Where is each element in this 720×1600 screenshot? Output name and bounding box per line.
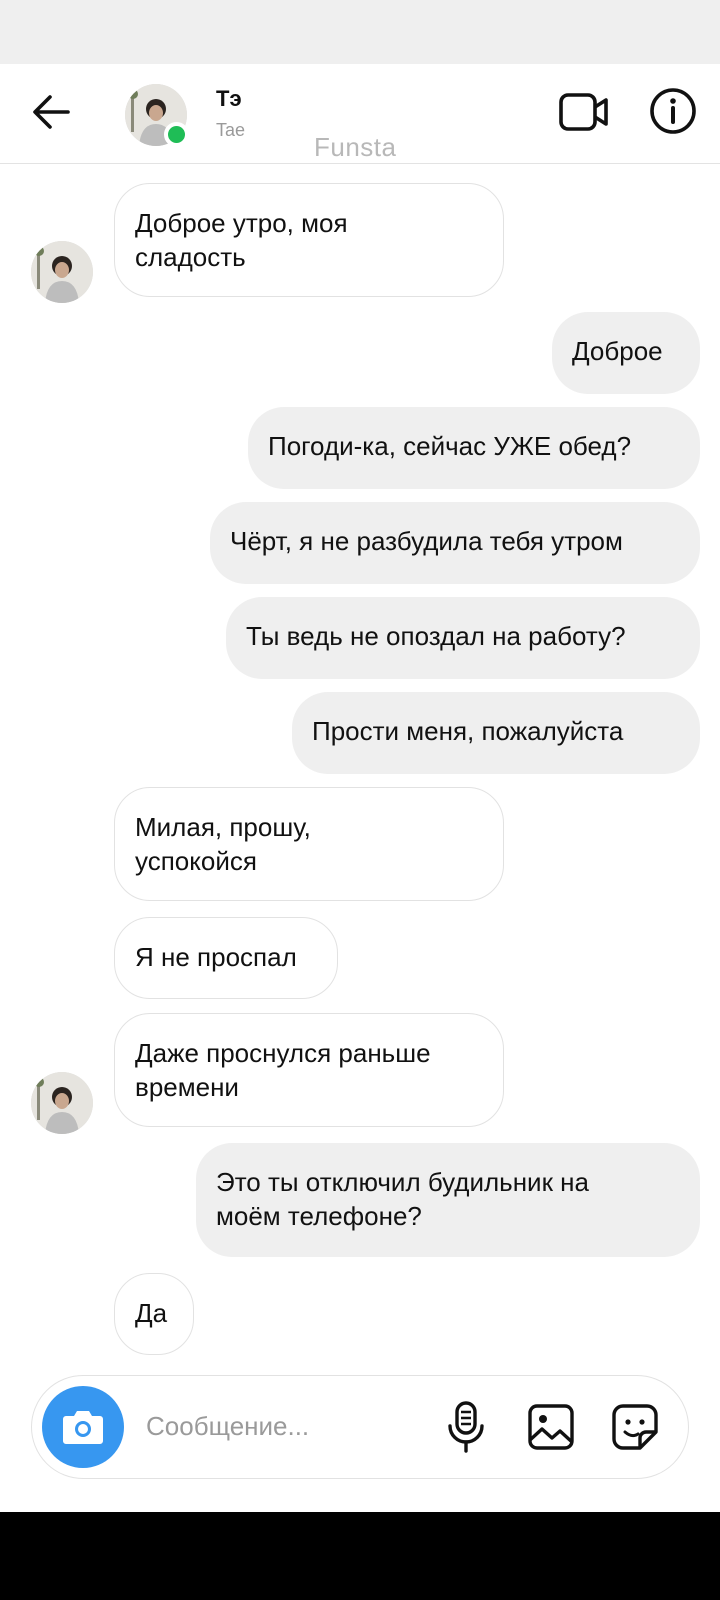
- message-bubble-incoming[interactable]: Я не проспал: [114, 917, 338, 999]
- message-text: Даже проснулся раньше времени: [135, 1038, 431, 1102]
- message-text: Погоди-ка, сейчас УЖЕ обед?: [268, 431, 632, 461]
- online-status-dot: [164, 122, 189, 147]
- message-text: Доброе утро, моя сладость: [135, 208, 348, 272]
- message-text: Доброе: [572, 336, 663, 366]
- info-button[interactable]: [648, 86, 698, 136]
- message-bubble-outgoing[interactable]: Чёрт, я не разбудила тебя утром: [210, 502, 700, 584]
- voice-message-button[interactable]: [444, 1400, 488, 1454]
- message-text: Это ты отключил будильник на моём телефо…: [216, 1167, 590, 1231]
- chat-header: Тэ Tae Funsta: [0, 64, 720, 164]
- message-bubble-outgoing[interactable]: Это ты отключил будильник на моём телефо…: [196, 1143, 700, 1257]
- system-navigation-bar: [0, 1512, 720, 1600]
- sticker-button[interactable]: [610, 1402, 660, 1452]
- sticker-icon: [612, 1404, 658, 1450]
- back-button[interactable]: [28, 88, 76, 136]
- video-call-button[interactable]: [558, 88, 610, 136]
- message-bubble-incoming[interactable]: Даже проснулся раньше времени: [114, 1013, 504, 1127]
- camera-button[interactable]: [42, 1386, 124, 1468]
- message-avatar[interactable]: [31, 241, 93, 303]
- contact-username[interactable]: Tae: [216, 120, 245, 141]
- image-icon: [528, 1404, 574, 1450]
- message-avatar[interactable]: [31, 1072, 93, 1134]
- message-text: Ты ведь не опоздал на работу?: [246, 621, 626, 651]
- message-bubble-incoming[interactable]: Милая, прошу, успокойся: [114, 787, 504, 901]
- message-text: Да: [135, 1298, 168, 1328]
- microphone-icon: [448, 1401, 484, 1453]
- gallery-button[interactable]: [526, 1402, 576, 1452]
- message-bubble-incoming[interactable]: Доброе утро, моя сладость: [114, 183, 504, 297]
- message-text: Милая, прошу, успокойся: [135, 812, 311, 876]
- watermark-text: Funsta: [314, 132, 397, 162]
- status-bar: [0, 0, 720, 64]
- arrow-left-icon: [33, 95, 70, 129]
- video-camera-icon: [559, 93, 608, 131]
- contact-name[interactable]: Тэ: [216, 86, 242, 112]
- camera-icon: [63, 1411, 103, 1444]
- info-icon: [650, 88, 696, 134]
- message-bubble-outgoing[interactable]: Погоди-ка, сейчас УЖЕ обед?: [248, 407, 700, 489]
- message-input[interactable]: [146, 1404, 436, 1448]
- message-composer: [31, 1375, 689, 1479]
- message-bubble-outgoing[interactable]: Ты ведь не опоздал на работу?: [226, 597, 700, 679]
- message-text: Я не проспал: [135, 942, 297, 972]
- message-bubble-outgoing[interactable]: Доброе: [552, 312, 700, 394]
- message-bubble-incoming[interactable]: Да: [114, 1273, 194, 1355]
- message-bubble-outgoing[interactable]: Прости меня, пожалуйста: [292, 692, 700, 774]
- message-text: Прости меня, пожалуйста: [312, 716, 624, 746]
- message-text: Чёрт, я не разбудила тебя утром: [230, 526, 623, 556]
